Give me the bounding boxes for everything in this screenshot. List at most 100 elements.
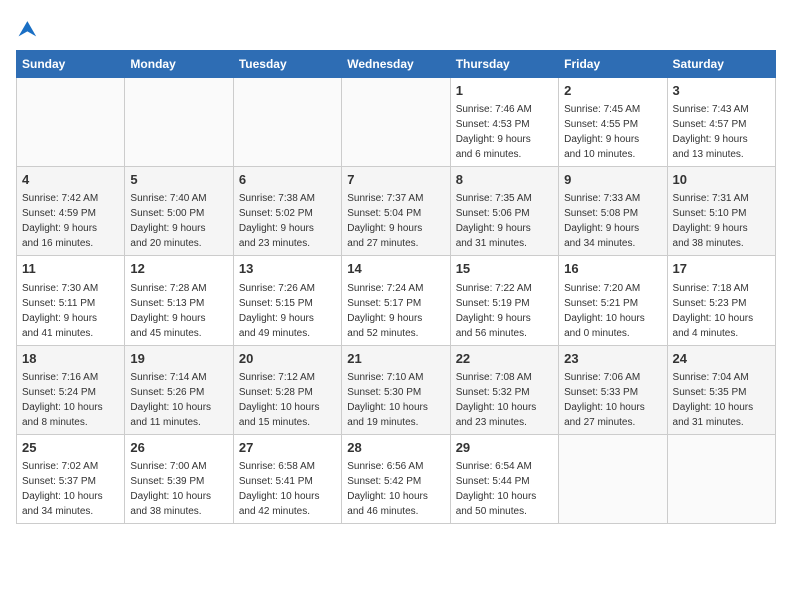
calendar-cell <box>233 78 341 167</box>
day-number: 6 <box>239 171 336 189</box>
calendar-cell: 20 Sunrise: 7:12 AM Sunset: 5:28 PM Dayli… <box>233 345 341 434</box>
calendar-cell: 12 Sunrise: 7:28 AM Sunset: 5:13 PM Dayli… <box>125 256 233 345</box>
calendar-cell: 6 Sunrise: 7:38 AM Sunset: 5:02 PM Daylig… <box>233 167 341 256</box>
day-info: Sunrise: 7:31 AM Sunset: 5:10 PM Dayligh… <box>673 191 770 251</box>
calendar-cell: 26Sunrise: 7:00 AM Sunset: 5:39 PM Dayli… <box>125 434 233 523</box>
day-number: 8 <box>456 171 553 189</box>
day-info: Sunrise: 7:26 AM Sunset: 5:15 PM Dayligh… <box>239 281 336 341</box>
day-number: 5 <box>130 171 227 189</box>
day-number: 29 <box>456 439 553 457</box>
calendar-cell: 9 Sunrise: 7:33 AM Sunset: 5:08 PM Daylig… <box>559 167 667 256</box>
day-number: 15 <box>456 260 553 278</box>
calendar-cell: 22 Sunrise: 7:08 AM Sunset: 5:32 PM Dayli… <box>450 345 558 434</box>
calendar-cell: 14 Sunrise: 7:24 AM Sunset: 5:17 PM Dayli… <box>342 256 450 345</box>
calendar-cell: 2 Sunrise: 7:45 AM Sunset: 4:55 PM Daylig… <box>559 78 667 167</box>
day-info: Sunrise: 7:46 AM Sunset: 4:53 PM Dayligh… <box>456 102 553 162</box>
calendar-week-4: 18 Sunrise: 7:16 AM Sunset: 5:24 PM Dayli… <box>17 345 776 434</box>
day-info: Sunrise: 7:43 AM Sunset: 4:57 PM Dayligh… <box>673 102 770 162</box>
day-number: 12 <box>130 260 227 278</box>
day-number: 26 <box>130 439 227 457</box>
calendar-cell: 19 Sunrise: 7:14 AM Sunset: 5:26 PM Dayli… <box>125 345 233 434</box>
page-header: ⮝ <box>16 16 776 42</box>
day-info: Sunrise: 7:10 AM Sunset: 5:30 PM Dayligh… <box>347 370 444 430</box>
day-number: 13 <box>239 260 336 278</box>
calendar-cell: 27 Sunrise: 6:58 AM Sunset: 5:41 PM Dayli… <box>233 434 341 523</box>
day-info: Sunrise: 7:35 AM Sunset: 5:06 PM Dayligh… <box>456 191 553 251</box>
day-number: 22 <box>456 350 553 368</box>
calendar-week-1: 1 Sunrise: 7:46 AM Sunset: 4:53 PM Daylig… <box>17 78 776 167</box>
calendar-cell: 23Sunrise: 7:06 AM Sunset: 5:33 PM Dayli… <box>559 345 667 434</box>
column-header-wednesday: Wednesday <box>342 51 450 78</box>
day-number: 9 <box>564 171 661 189</box>
day-number: 7 <box>347 171 444 189</box>
calendar-cell: 5 Sunrise: 7:40 AM Sunset: 5:00 PM Daylig… <box>125 167 233 256</box>
day-number: 2 <box>564 82 661 100</box>
day-info: Sunrise: 7:24 AM Sunset: 5:17 PM Dayligh… <box>347 281 444 341</box>
calendar-cell: 25 Sunrise: 7:02 AM Sunset: 5:37 PM Dayli… <box>17 434 125 523</box>
calendar-week-5: 25 Sunrise: 7:02 AM Sunset: 5:37 PM Dayli… <box>17 434 776 523</box>
calendar-cell: 18 Sunrise: 7:16 AM Sunset: 5:24 PM Dayli… <box>17 345 125 434</box>
day-info: Sunrise: 7:14 AM Sunset: 5:26 PM Dayligh… <box>130 370 227 430</box>
logo: ⮝ <box>16 16 37 42</box>
day-number: 20 <box>239 350 336 368</box>
calendar-cell: 13 Sunrise: 7:26 AM Sunset: 5:15 PM Dayli… <box>233 256 341 345</box>
day-info: Sunrise: 7:37 AM Sunset: 5:04 PM Dayligh… <box>347 191 444 251</box>
day-info: Sunrise: 7:18 AM Sunset: 5:23 PM Dayligh… <box>673 281 770 341</box>
day-number: 25 <box>22 439 119 457</box>
column-header-friday: Friday <box>559 51 667 78</box>
day-info: Sunrise: 7:02 AM Sunset: 5:37 PM Dayligh… <box>22 459 119 519</box>
calendar-cell <box>667 434 775 523</box>
day-info: Sunrise: 7:22 AM Sunset: 5:19 PM Dayligh… <box>456 281 553 341</box>
day-info: Sunrise: 7:16 AM Sunset: 5:24 PM Dayligh… <box>22 370 119 430</box>
day-number: 4 <box>22 171 119 189</box>
day-info: Sunrise: 7:20 AM Sunset: 5:21 PM Dayligh… <box>564 281 661 341</box>
day-number: 17 <box>673 260 770 278</box>
calendar-week-3: 11 Sunrise: 7:30 AM Sunset: 5:11 PM Dayli… <box>17 256 776 345</box>
day-info: Sunrise: 7:33 AM Sunset: 5:08 PM Dayligh… <box>564 191 661 251</box>
day-number: 23 <box>564 350 661 368</box>
day-info: Sunrise: 7:12 AM Sunset: 5:28 PM Dayligh… <box>239 370 336 430</box>
calendar-cell: 16 Sunrise: 7:20 AM Sunset: 5:21 PM Dayli… <box>559 256 667 345</box>
day-info: Sunrise: 7:30 AM Sunset: 5:11 PM Dayligh… <box>22 281 119 341</box>
calendar-cell: 7 Sunrise: 7:37 AM Sunset: 5:04 PM Daylig… <box>342 167 450 256</box>
day-info: Sunrise: 6:58 AM Sunset: 5:41 PM Dayligh… <box>239 459 336 519</box>
column-header-thursday: Thursday <box>450 51 558 78</box>
column-header-sunday: Sunday <box>17 51 125 78</box>
logo-bird-icon: ⮝ <box>18 16 37 42</box>
calendar-cell: 4 Sunrise: 7:42 AM Sunset: 4:59 PM Daylig… <box>17 167 125 256</box>
calendar-cell: 8 Sunrise: 7:35 AM Sunset: 5:06 PM Daylig… <box>450 167 558 256</box>
column-header-monday: Monday <box>125 51 233 78</box>
day-number: 11 <box>22 260 119 278</box>
calendar-cell <box>125 78 233 167</box>
day-info: Sunrise: 7:42 AM Sunset: 4:59 PM Dayligh… <box>22 191 119 251</box>
day-number: 14 <box>347 260 444 278</box>
day-number: 16 <box>564 260 661 278</box>
day-info: Sunrise: 7:28 AM Sunset: 5:13 PM Dayligh… <box>130 281 227 341</box>
day-number: 21 <box>347 350 444 368</box>
day-number: 10 <box>673 171 770 189</box>
day-number: 19 <box>130 350 227 368</box>
calendar-cell <box>559 434 667 523</box>
calendar-cell <box>17 78 125 167</box>
day-info: Sunrise: 7:08 AM Sunset: 5:32 PM Dayligh… <box>456 370 553 430</box>
column-header-tuesday: Tuesday <box>233 51 341 78</box>
day-info: Sunrise: 7:38 AM Sunset: 5:02 PM Dayligh… <box>239 191 336 251</box>
calendar-week-2: 4 Sunrise: 7:42 AM Sunset: 4:59 PM Daylig… <box>17 167 776 256</box>
day-number: 28 <box>347 439 444 457</box>
column-header-saturday: Saturday <box>667 51 775 78</box>
day-info: Sunrise: 7:04 AM Sunset: 5:35 PM Dayligh… <box>673 370 770 430</box>
day-info: Sunrise: 6:56 AM Sunset: 5:42 PM Dayligh… <box>347 459 444 519</box>
calendar-cell: 29Sunrise: 6:54 AM Sunset: 5:44 PM Dayli… <box>450 434 558 523</box>
calendar-cell: 3Sunrise: 7:43 AM Sunset: 4:57 PM Daylig… <box>667 78 775 167</box>
calendar-cell: 1 Sunrise: 7:46 AM Sunset: 4:53 PM Daylig… <box>450 78 558 167</box>
day-number: 27 <box>239 439 336 457</box>
calendar-cell: 15 Sunrise: 7:22 AM Sunset: 5:19 PM Dayli… <box>450 256 558 345</box>
day-info: Sunrise: 7:45 AM Sunset: 4:55 PM Dayligh… <box>564 102 661 162</box>
calendar-header-row: SundayMondayTuesdayWednesdayThursdayFrid… <box>17 51 776 78</box>
day-number: 1 <box>456 82 553 100</box>
calendar-cell: 21 Sunrise: 7:10 AM Sunset: 5:30 PM Dayli… <box>342 345 450 434</box>
day-number: 18 <box>22 350 119 368</box>
day-info: Sunrise: 7:40 AM Sunset: 5:00 PM Dayligh… <box>130 191 227 251</box>
calendar-cell <box>342 78 450 167</box>
calendar-cell: 11 Sunrise: 7:30 AM Sunset: 5:11 PM Dayli… <box>17 256 125 345</box>
